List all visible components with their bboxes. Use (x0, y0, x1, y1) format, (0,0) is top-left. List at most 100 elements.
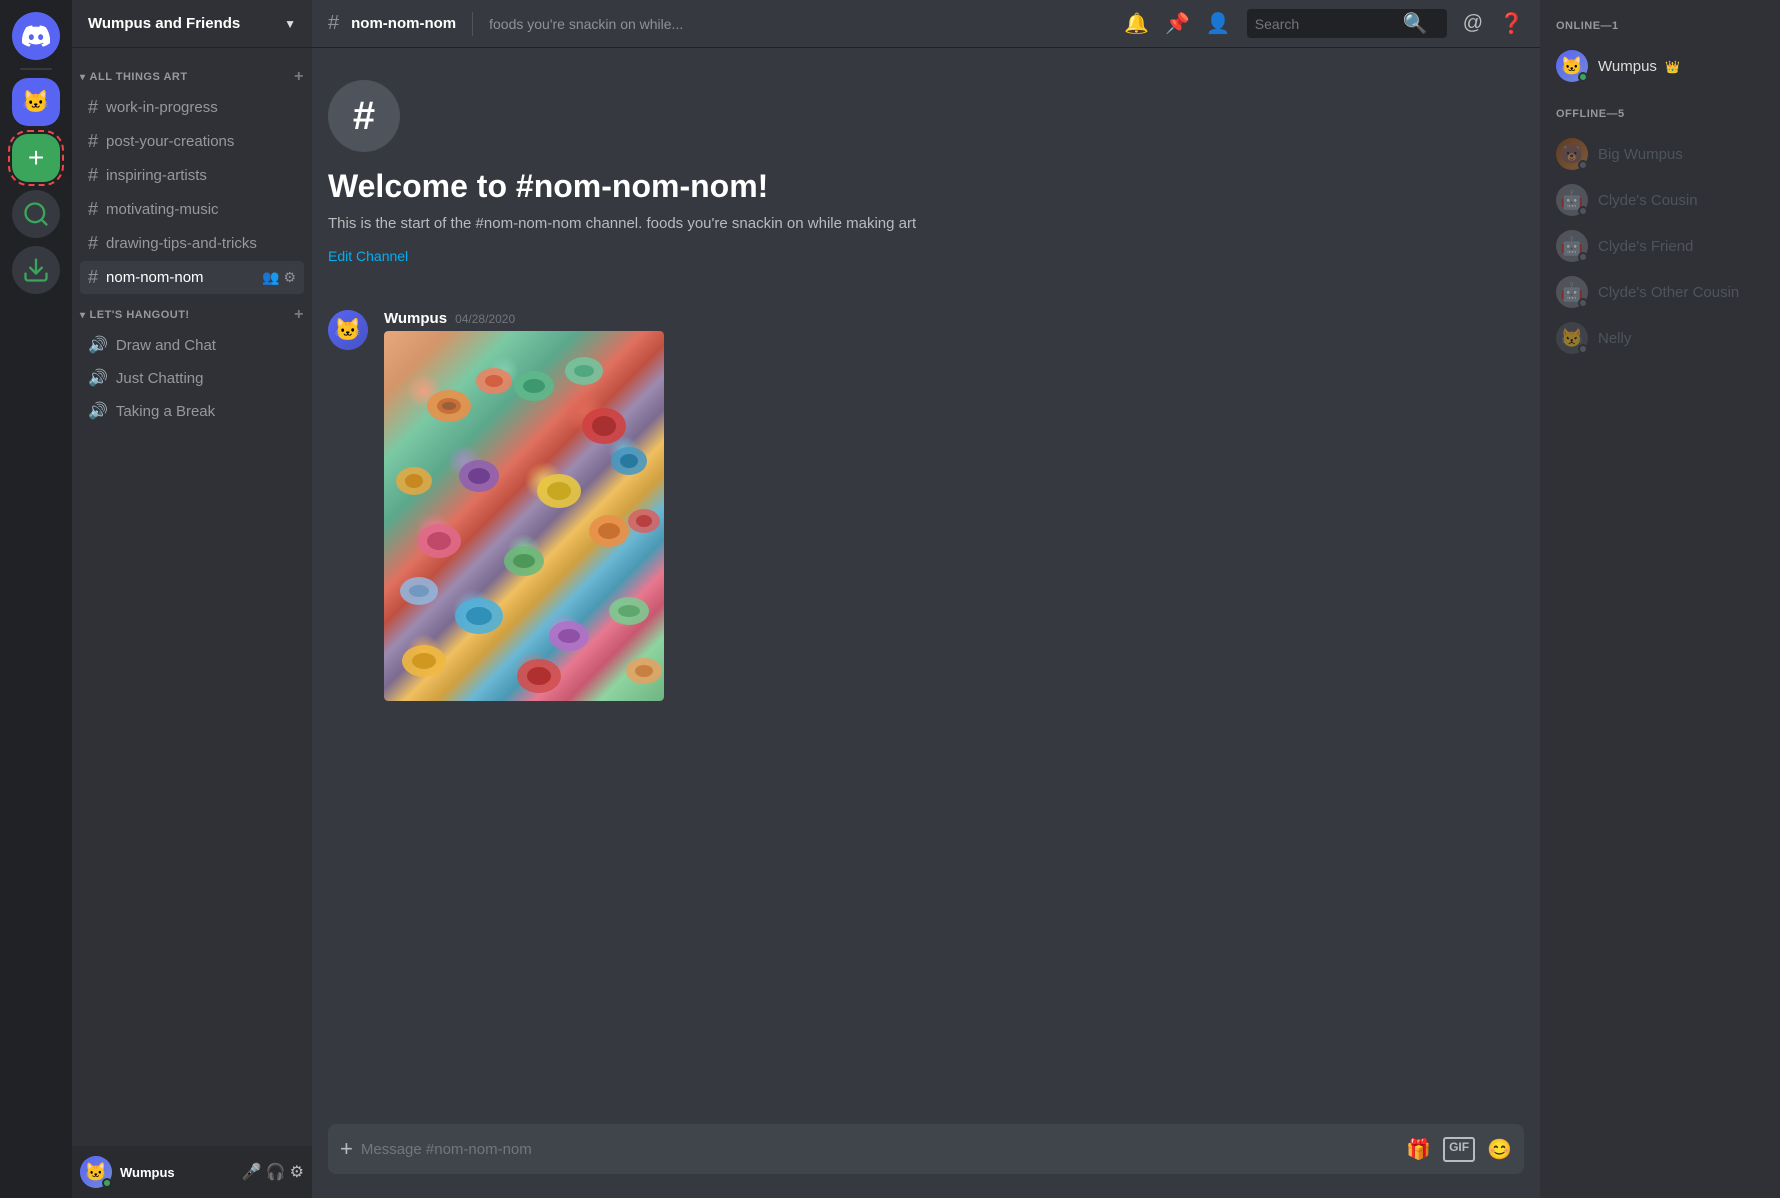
notifications-icon[interactable]: 🔔 (1124, 11, 1149, 36)
member-avatar-wumpus: 🐱 (1556, 50, 1588, 82)
category-lets-hangout: ▾ LET'S HANGOUT! + 🔊 Draw and Chat 🔊 Jus… (72, 302, 312, 427)
voice-draw-and-chat[interactable]: 🔊 Draw and Chat (80, 329, 304, 361)
member-avatar-clydes-cousin: 🤖 (1556, 184, 1588, 216)
voice-icon: 🔊 (88, 335, 108, 355)
gift-icon[interactable]: 🎁 (1406, 1137, 1431, 1162)
add-member-icon[interactable]: 👥 (262, 269, 279, 286)
member-name-clydes-other-cousin: Clyde's Other Cousin (1598, 284, 1739, 301)
current-user-name: Wumpus (120, 1165, 234, 1180)
add-voice-channel-icon[interactable]: + (294, 306, 304, 324)
online-members-header: ONLINE—1 (1548, 16, 1772, 36)
message-input[interactable] (361, 1129, 1398, 1170)
gif-button[interactable]: GIF (1443, 1137, 1475, 1162)
emoji-icon[interactable]: 😊 (1487, 1137, 1512, 1162)
search-bar[interactable]: 🔍 (1247, 9, 1447, 38)
channel-name-post-your-creations: post-your-creations (106, 133, 296, 150)
headset-icon[interactable]: 🎧 (266, 1162, 286, 1182)
text-channel-icon: # (88, 97, 98, 118)
wumpus-server-icon[interactable]: 🐱 (12, 78, 60, 126)
offline-indicator (1578, 298, 1588, 308)
current-user-avatar: 🐱 (80, 1156, 112, 1188)
category-label-all-things-art: ALL THINGS ART (90, 71, 295, 83)
channel-welcome-title: Welcome to #nom-nom-nom! (328, 168, 1524, 205)
online-status-indicator (1578, 72, 1588, 82)
offline-members-header: OFFLINE—5 (1548, 104, 1772, 124)
channel-nom-nom-nom[interactable]: # nom-nom-nom 👥 ⚙ (80, 261, 304, 294)
category-header-all-things-art[interactable]: ▾ ALL THINGS ART + (72, 64, 312, 90)
member-name-big-wumpus: Big Wumpus (1598, 146, 1683, 163)
offline-indicator (1578, 344, 1588, 354)
offline-indicator (1578, 252, 1588, 262)
download-button[interactable] (12, 246, 60, 294)
edit-channel-link[interactable]: Edit Channel (328, 248, 408, 264)
message-image[interactable] (384, 331, 664, 701)
category-chevron: ▾ (80, 72, 86, 83)
member-name-clydes-cousin: Clyde's Cousin (1598, 192, 1698, 209)
pin-icon[interactable]: 📌 (1165, 11, 1190, 36)
channel-header-name: nom-nom-nom (351, 15, 456, 32)
search-icon: 🔍 (1403, 11, 1428, 36)
channel-motivating-music[interactable]: # motivating-music (80, 193, 304, 226)
member-wumpus[interactable]: 🐱 Wumpus 👑 (1548, 44, 1772, 88)
mute-microphone-icon[interactable]: 🎤 (242, 1162, 262, 1182)
add-attachment-button[interactable]: + (340, 1124, 353, 1174)
offline-indicator (1578, 206, 1588, 216)
voice-just-chatting[interactable]: 🔊 Just Chatting (80, 362, 304, 394)
user-panel-actions: 🎤 🎧 ⚙ (242, 1162, 304, 1182)
channel-name-nom-nom-nom: nom-nom-nom (106, 269, 262, 286)
channel-welcome-description: This is the start of the #nom-nom-nom ch… (328, 213, 1524, 236)
channel-list: ▾ ALL THINGS ART + # work-in-progress # … (72, 48, 312, 1146)
channel-drawing-tips[interactable]: # drawing-tips-and-tricks (80, 227, 304, 260)
message-header: Wumpus 04/28/2020 (384, 310, 1524, 327)
message-input-actions: 🎁 GIF 😊 (1406, 1137, 1512, 1162)
channel-work-in-progress[interactable]: # work-in-progress (80, 91, 304, 124)
user-settings-icon[interactable]: ⚙ (290, 1162, 304, 1182)
voice-channel-name-draw-chat: Draw and Chat (116, 337, 296, 354)
category-chevron: ▾ (80, 310, 86, 321)
voice-taking-a-break[interactable]: 🔊 Taking a Break (80, 395, 304, 427)
member-big-wumpus[interactable]: 🐻 Big Wumpus (1548, 132, 1772, 176)
member-clydes-friend[interactable]: 🤖 Clyde's Friend (1548, 224, 1772, 268)
text-channel-icon: # (88, 199, 98, 220)
table-row: 🐱 Wumpus 04/28/2020 (328, 306, 1524, 705)
voice-icon: 🔊 (88, 368, 108, 388)
member-clydes-other-cousin[interactable]: 🤖 Clyde's Other Cousin (1548, 270, 1772, 314)
channel-action-icons: 👥 ⚙ (262, 269, 296, 286)
offline-indicator (1578, 160, 1588, 170)
text-channel-icon: # (88, 131, 98, 152)
server-list: 🐱 + Add a Server (0, 0, 72, 1198)
category-header-lets-hangout[interactable]: ▾ LET'S HANGOUT! + (72, 302, 312, 328)
text-channel-icon: # (88, 233, 98, 254)
members-icon[interactable]: 👤 (1206, 11, 1231, 36)
main-content: # nom-nom-nom foods you're snackin on wh… (312, 0, 1540, 1198)
add-channel-icon[interactable]: + (294, 68, 304, 86)
member-avatar-big-wumpus: 🐻 (1556, 138, 1588, 170)
add-server-button[interactable]: + (12, 134, 60, 182)
settings-icon[interactable]: ⚙ (283, 269, 296, 286)
channel-post-your-creations[interactable]: # post-your-creations (80, 125, 304, 158)
help-icon[interactable]: ❓ (1499, 11, 1524, 36)
message-input-area: + 🎁 GIF 😊 (312, 1124, 1540, 1198)
channel-name-motivating-music: motivating-music (106, 201, 296, 218)
channel-header: # nom-nom-nom foods you're snackin on wh… (312, 0, 1540, 48)
channel-header-description: foods you're snackin on while... (489, 16, 1112, 32)
member-nelly[interactable]: 😾 Nelly (1548, 316, 1772, 360)
search-input[interactable] (1255, 16, 1395, 32)
server-header[interactable]: Wumpus and Friends ▼ (72, 0, 312, 48)
channel-inspiring-artists[interactable]: # inspiring-artists (80, 159, 304, 192)
at-mention-icon[interactable]: @ (1463, 12, 1483, 35)
message-input-container: + 🎁 GIF 😊 (328, 1124, 1524, 1174)
cereal-svg (384, 331, 664, 701)
member-name-nelly: Nelly (1598, 330, 1631, 347)
member-clydes-cousin[interactable]: 🤖 Clyde's Cousin (1548, 178, 1772, 222)
message-content: Wumpus 04/28/2020 (384, 310, 1524, 701)
message-timestamp: 04/28/2020 (455, 312, 515, 326)
header-divider (472, 12, 473, 36)
channel-name-inspiring-artists: inspiring-artists (106, 167, 296, 184)
cereal-photo (384, 331, 664, 701)
explore-servers-button[interactable] (12, 190, 60, 238)
discord-home-button[interactable] (12, 12, 60, 60)
voice-channel-name-taking-a-break: Taking a Break (116, 403, 296, 420)
member-name-wumpus: Wumpus 👑 (1598, 58, 1680, 75)
user-panel: 🐱 Wumpus 🎤 🎧 ⚙ (72, 1146, 312, 1198)
